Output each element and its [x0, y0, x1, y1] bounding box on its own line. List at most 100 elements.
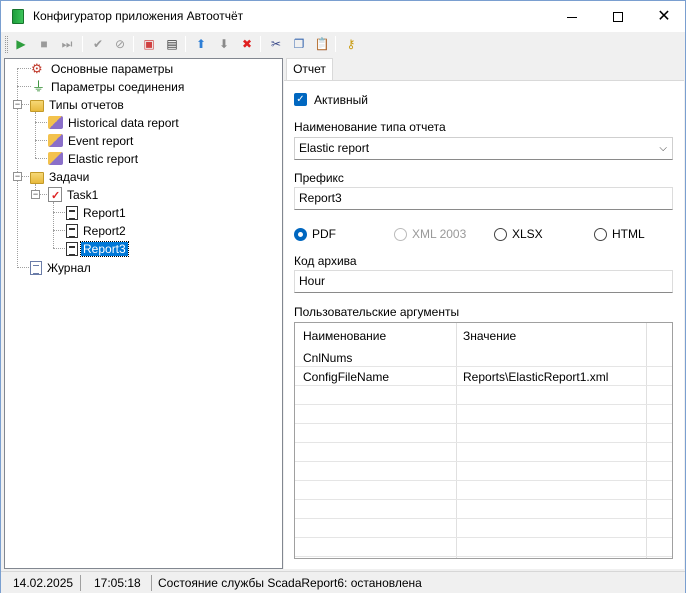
add-report-button[interactable]: ▤ [162, 34, 182, 54]
status-time: 17:05:18 [94, 576, 141, 590]
tree-item-label: Elastic report [68, 151, 139, 166]
grid-header-name[interactable]: Наименование [303, 329, 386, 343]
grid-row-divider [295, 461, 672, 462]
journal-icon [30, 260, 42, 275]
report-type-label: Наименование типа отчета [294, 120, 446, 134]
tree-item-label: Task1 [67, 187, 99, 202]
radio-icon [394, 228, 407, 242]
tab-report[interactable]: Отчет [286, 58, 333, 81]
delete-button[interactable]: ✖ [237, 34, 257, 54]
toolbar-grip[interactable] [5, 36, 8, 53]
stop-button[interactable]: ■ [34, 34, 54, 54]
tree-line [53, 202, 54, 248]
grid-row-divider [295, 556, 672, 557]
report-tab-page: ✓ Активный Наименование типа отчета Elas… [284, 80, 684, 569]
tree-item-historical-data-report[interactable]: Historical data report [48, 113, 181, 131]
minimize-button[interactable] [549, 1, 595, 31]
grid-cell-name[interactable]: ConfigFileName [303, 370, 389, 384]
tree-line [35, 122, 47, 123]
grid-col-divider [646, 323, 647, 558]
delete-icon: ✖ [241, 37, 253, 51]
radio-icon [594, 228, 607, 242]
restart-button[interactable]: ⏭ [57, 34, 77, 54]
cancel-icon: ⊘ [114, 37, 126, 51]
tree-item-label: Типы отчетов [49, 97, 124, 112]
tree-item-label: Задачи [49, 169, 90, 184]
grid-row-divider [295, 385, 672, 386]
format-radio-xlsx[interactable]: XLSX [494, 227, 543, 242]
tree-item-task1[interactable]: Task1 [48, 185, 100, 205]
folder-icon [30, 99, 44, 112]
move-up-button[interactable]: ⬆ [191, 34, 211, 54]
active-checkbox[interactable]: ✓ [294, 93, 307, 106]
grid-row-divider [295, 366, 672, 367]
tree-item-report-types[interactable]: Типы отчетов [30, 95, 126, 113]
archive-code-label: Код архива [294, 254, 357, 268]
custom-args-grid[interactable]: Наименование Значение CnlNums ConfigFile… [294, 322, 673, 559]
cut-icon: ✂ [270, 37, 282, 51]
radio-icon [494, 228, 507, 242]
close-button[interactable]: ✕ [641, 1, 686, 31]
tree-line [53, 212, 65, 213]
grid-header-value[interactable]: Значение [463, 329, 516, 343]
grid-cell-name[interactable]: CnlNums [303, 351, 352, 365]
status-date: 14.02.2025 [13, 576, 74, 590]
custom-args-label: Пользовательские аргументы [294, 305, 460, 319]
expander-tasks[interactable]: − [13, 172, 22, 181]
config-tree[interactable]: − − − Основные параметры Параметры соеди… [4, 58, 283, 569]
tree-line [35, 140, 47, 141]
start-button[interactable]: ▶ [11, 34, 31, 54]
tree-line [17, 86, 31, 87]
grid-row-divider [295, 499, 672, 500]
tree-line [35, 112, 36, 158]
paste-button[interactable]: 📋 [312, 34, 332, 54]
grid-row-divider [295, 480, 672, 481]
grid-cell-value[interactable]: Reports\ElasticReport1.xml [463, 370, 608, 384]
paste-icon: 📋 [314, 37, 330, 51]
report-type-icon [48, 134, 63, 148]
key-button[interactable]: ⚷ [341, 34, 361, 54]
format-radio-pdf[interactable]: PDF [294, 227, 336, 242]
cancel-button[interactable]: ⊘ [110, 34, 130, 54]
expander-report-types[interactable]: − [13, 100, 22, 109]
tree-line [17, 68, 18, 268]
tree-item-event-report[interactable]: Event report [48, 131, 135, 149]
maximize-icon [613, 12, 623, 23]
archive-code-field[interactable]: Hour [294, 270, 673, 293]
report-icon [66, 223, 78, 238]
expander-task1[interactable]: − [31, 190, 40, 199]
stop-icon: ■ [40, 37, 48, 51]
tree-item-label: Report1 [83, 205, 126, 220]
restart-icon: ⏭ [61, 37, 73, 51]
tree-item-tasks[interactable]: Задачи [30, 167, 91, 185]
tree-item-connection-params[interactable]: Параметры соединения [30, 77, 186, 96]
tree-item-report2[interactable]: Report2 [66, 221, 128, 239]
tree-line [35, 158, 47, 159]
tree-item-report1[interactable]: Report1 [66, 203, 128, 221]
tree-line [17, 68, 31, 69]
maximize-button[interactable] [595, 1, 641, 31]
add-task-button[interactable]: ▣ [139, 34, 159, 54]
apply-button[interactable]: ✔ [88, 34, 108, 54]
tree-item-elastic-report[interactable]: Elastic report [48, 149, 140, 167]
tree-line [53, 230, 65, 231]
settings-icon [30, 60, 46, 78]
format-radio-html[interactable]: HTML [594, 227, 645, 242]
tree-line [17, 267, 31, 268]
move-down-button[interactable]: ⬇ [214, 34, 234, 54]
tree-item-journal[interactable]: Журнал [30, 258, 93, 276]
tree-item-label: Event report [68, 133, 134, 148]
grid-row-divider [295, 423, 672, 424]
tree-item-main-params[interactable]: Основные параметры [30, 59, 175, 78]
copy-button[interactable]: ❐ [289, 34, 309, 54]
cut-button[interactable]: ✂ [266, 34, 286, 54]
prefix-field[interactable]: Report3 [294, 187, 673, 210]
report-type-select[interactable]: Elastic report ⌵ [294, 137, 673, 160]
tree-item-report3[interactable]: Report3 [66, 239, 129, 257]
active-label: Активный [314, 93, 368, 107]
move-down-icon: ⬇ [218, 37, 230, 51]
grid-row-divider [295, 404, 672, 405]
format-label: PDF [312, 227, 336, 241]
tree-item-label: Журнал [47, 260, 91, 275]
tree-item-label: Report2 [83, 223, 126, 238]
